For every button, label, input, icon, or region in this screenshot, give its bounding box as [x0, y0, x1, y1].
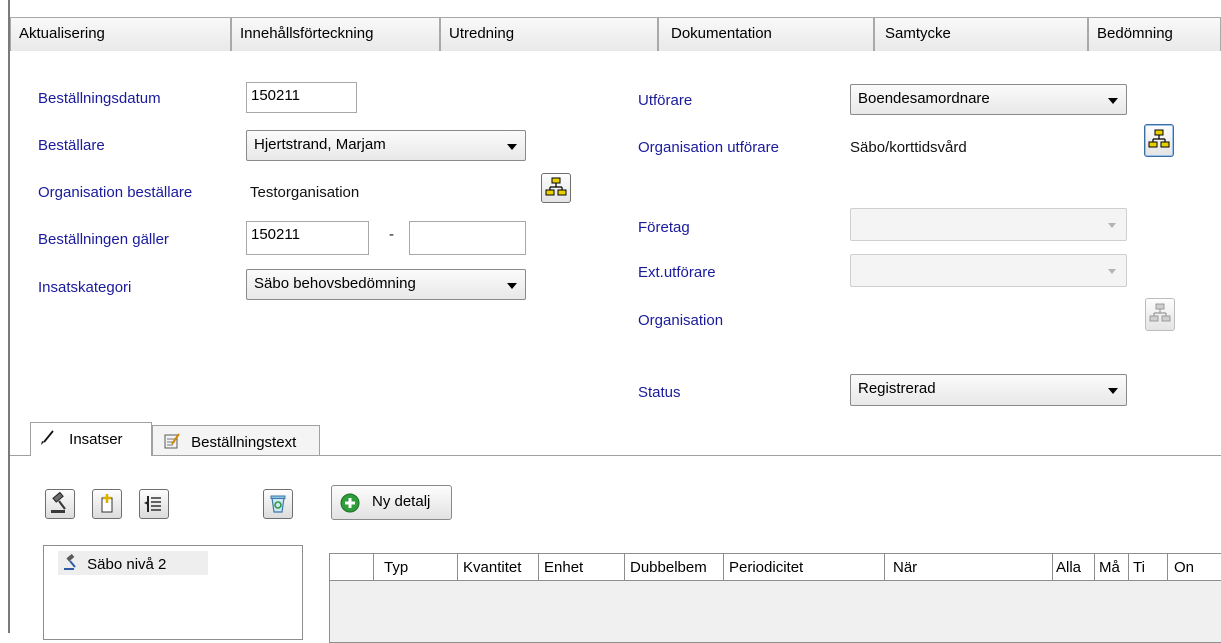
- grid-header-on[interactable]: On: [1168, 554, 1221, 581]
- add-item-button[interactable]: [92, 489, 122, 519]
- chevron-down-icon: [1108, 223, 1116, 228]
- insats-grid[interactable]: Typ Kvantitet Enhet Dubbelbem Periodicit…: [329, 553, 1221, 643]
- grid-header-ti[interactable]: Ti: [1129, 554, 1168, 581]
- recycle-bin-icon: [270, 495, 286, 513]
- tab-aktualisering[interactable]: Aktualisering: [10, 17, 231, 51]
- foretag-select[interactable]: [850, 208, 1127, 241]
- indent-list-button[interactable]: [139, 489, 169, 519]
- tab-insatser-label: Insatser: [69, 431, 123, 448]
- org-chart-button-utforare[interactable]: [1144, 124, 1174, 157]
- window-top-margin: [0, 0, 1221, 8]
- org-chart-button-bestallare[interactable]: [541, 173, 571, 203]
- chevron-down-icon: [507, 144, 517, 150]
- grid-header-row-selector[interactable]: [330, 554, 374, 581]
- utforare-select[interactable]: Boendesamordnare: [850, 84, 1127, 115]
- tab-innehallsforteckning[interactable]: Innehållsförteckning: [231, 17, 440, 51]
- label-insatskategori: Insatskategori: [38, 279, 132, 296]
- insatskategori-value: Säbo behovsbedömning: [254, 275, 416, 292]
- tab-utredning[interactable]: Utredning: [440, 17, 658, 51]
- org-chart-button-organisation[interactable]: [1145, 298, 1175, 331]
- label-bestallningsdatum: Beställningsdatum: [38, 90, 161, 107]
- bestallningen-galler-to-input[interactable]: [409, 221, 526, 255]
- add-circle-icon: [340, 493, 360, 513]
- indent-list-icon: [144, 496, 161, 512]
- label-foretag: Företag: [638, 219, 690, 236]
- pen-icon: [41, 430, 54, 445]
- grid-header-typ[interactable]: Typ: [374, 554, 458, 581]
- gavel-button[interactable]: [45, 489, 75, 519]
- organisation-bestallare-value: Testorganisation: [250, 184, 360, 201]
- top-tab-bar: Aktualisering Innehållsförteckning Utred…: [10, 17, 1221, 51]
- tab-bestallningstext[interactable]: Beställningstext: [152, 425, 320, 455]
- add-item-icon: [101, 494, 113, 513]
- grid-header-periodicitet[interactable]: Periodicitet: [724, 554, 885, 581]
- gavel-icon: [51, 491, 66, 513]
- insatskategori-select[interactable]: Säbo behovsbedömning: [246, 269, 526, 300]
- bestallare-value: Hjertstrand, Marjam: [254, 136, 386, 153]
- org-chart-icon: [545, 177, 567, 196]
- recycle-bin-button[interactable]: [263, 489, 293, 519]
- label-utforare: Utförare: [638, 92, 693, 109]
- grid-header-enhet[interactable]: Enhet: [539, 554, 625, 581]
- tab-samtycke[interactable]: Samtycke: [874, 17, 1088, 51]
- grid-header-ma[interactable]: Må: [1095, 554, 1129, 581]
- date-range-separator: -: [389, 226, 394, 243]
- chevron-down-icon: [507, 283, 517, 289]
- ny-detalj-label: Ny detalj: [372, 493, 431, 510]
- grid-header-kvantitet[interactable]: Kvantitet: [458, 554, 539, 581]
- chevron-down-icon: [1108, 98, 1118, 104]
- label-status: Status: [638, 384, 681, 401]
- label-organisation: Organisation: [638, 312, 724, 329]
- ny-detalj-button[interactable]: Ny detalj: [331, 485, 452, 520]
- organisation-utforare-value: Säbo/korttidsvård: [850, 139, 967, 156]
- ext-utforare-select[interactable]: [850, 254, 1127, 287]
- tree-item-sabo-niva-2[interactable]: Säbo nivå 2: [58, 551, 208, 575]
- subtab-panel-border: [10, 455, 1221, 456]
- chevron-down-icon: [1108, 269, 1116, 274]
- insats-tree[interactable]: Säbo nivå 2: [43, 545, 303, 640]
- chevron-down-icon: [1108, 388, 1118, 394]
- tab-bestallningstext-label: Beställningstext: [191, 434, 297, 451]
- bestallningsdatum-input[interactable]: 150211: [246, 82, 357, 113]
- tab-insatser[interactable]: Insatser: [30, 422, 152, 456]
- label-organisation-utforare: Organisation utförare: [638, 139, 779, 156]
- label-bestallningen-galler: Beställningen gäller: [38, 231, 169, 248]
- gavel-icon: [64, 553, 76, 570]
- tab-dokumentation[interactable]: Dokumentation: [658, 17, 874, 51]
- tab-bedomning[interactable]: Bedömning: [1088, 17, 1221, 51]
- status-value: Registrerad: [858, 380, 936, 397]
- org-chart-icon: [1149, 303, 1171, 322]
- label-organisation-bestallare: Organisation beställare: [38, 184, 193, 201]
- grid-header-nar[interactable]: När: [885, 554, 1053, 581]
- bestallningen-galler-from-input[interactable]: 150211: [246, 221, 369, 255]
- label-bestallare: Beställare: [38, 137, 105, 154]
- tree-item-label: Säbo nivå 2: [87, 556, 167, 573]
- label-ext-utforare: Ext.utförare: [638, 264, 716, 281]
- grid-header-alla[interactable]: Alla: [1053, 554, 1095, 581]
- status-select[interactable]: Registrerad: [850, 374, 1127, 406]
- org-chart-icon: [1148, 129, 1170, 148]
- bestallare-select[interactable]: Hjertstrand, Marjam: [246, 130, 526, 161]
- grid-header-dubbelbem[interactable]: Dubbelbem: [625, 554, 724, 581]
- notepad-icon: [164, 433, 180, 449]
- window-left-border: [8, 0, 10, 633]
- utforare-value: Boendesamordnare: [858, 90, 990, 107]
